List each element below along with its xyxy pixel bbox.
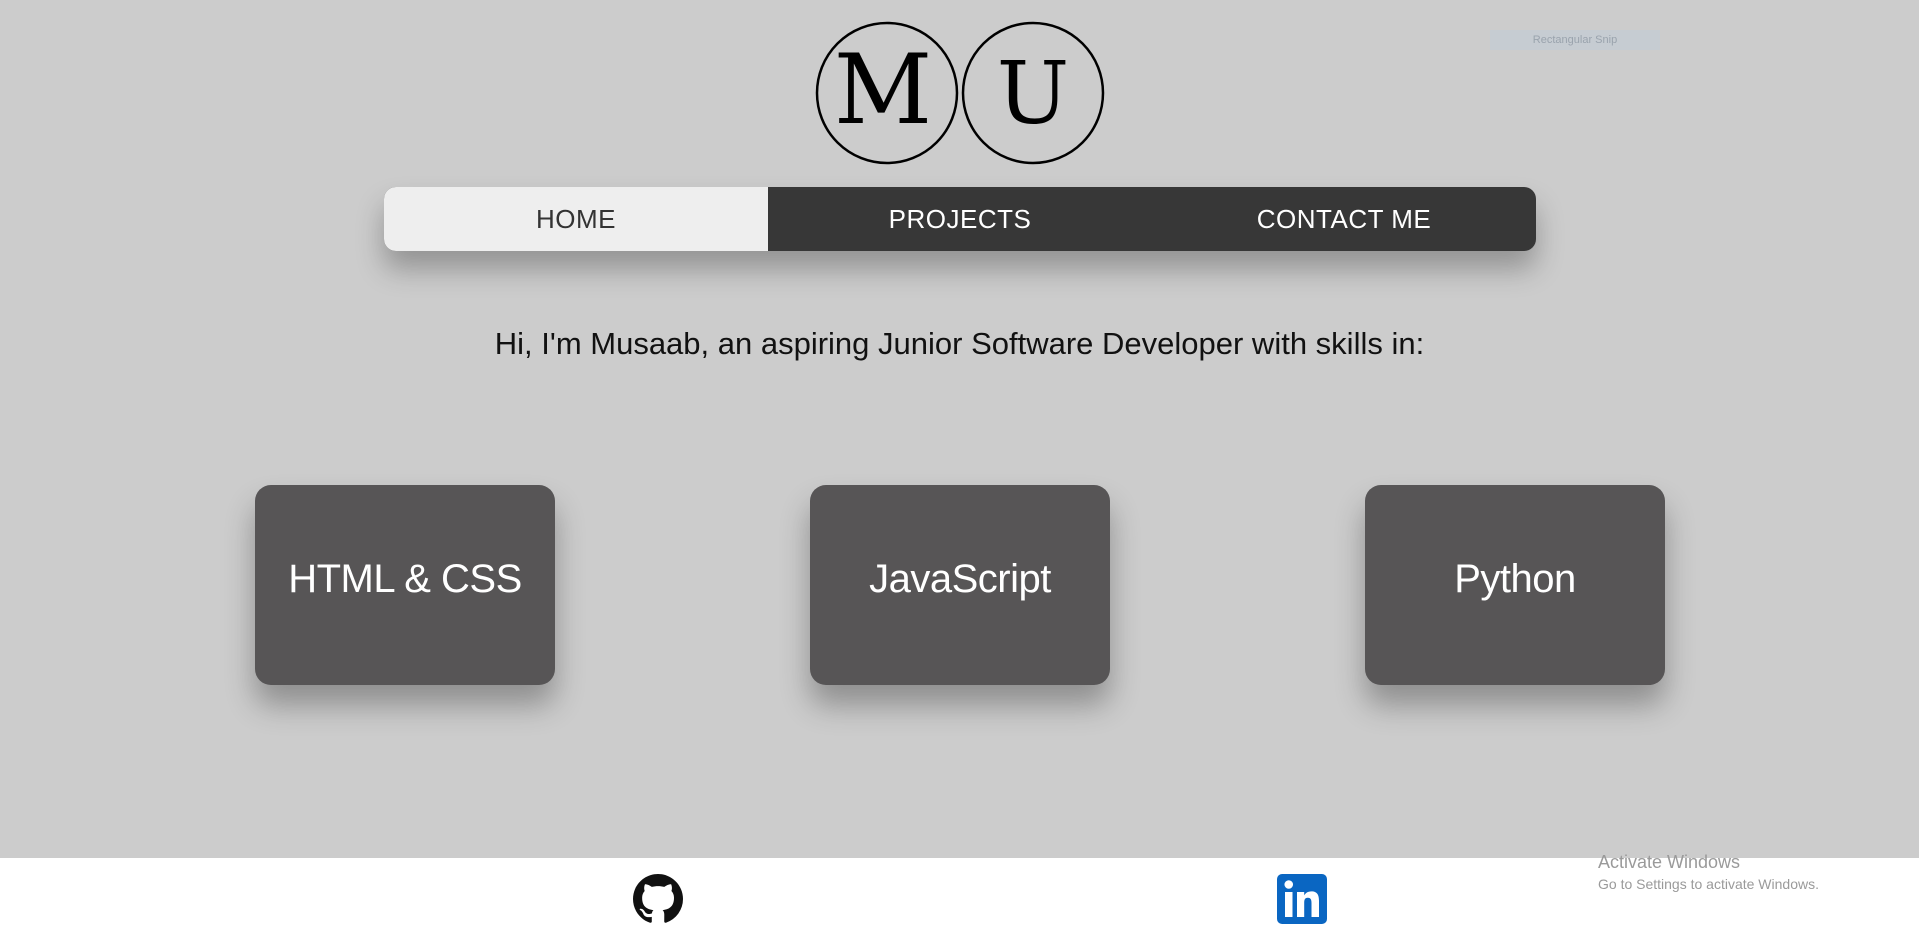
activate-windows-watermark: Activate Windows Go to Settings to activ… [1598,852,1819,892]
github-link[interactable] [633,874,683,924]
linkedin-link[interactable] [1277,874,1327,924]
skill-card-html-css: HTML & CSS [255,485,555,685]
github-icon [633,874,683,923]
skill-card-python: Python [1365,485,1665,685]
intro-text: Hi, I'm Musaab, an aspiring Junior Softw… [494,326,1425,361]
linkedin-icon [1277,874,1327,924]
rectangular-snip-overlay: Rectangular Snip [1490,30,1660,50]
mu-logo: M U [815,21,1105,165]
skill-card-javascript: JavaScript [810,485,1110,685]
logo-letter-u: U [997,44,1069,144]
watermark-subtitle: Go to Settings to activate Windows. [1598,876,1819,892]
nav-contact-me[interactable]: CONTACT ME [1152,187,1536,251]
main-navigation: HOME PROJECTS CONTACT ME [384,187,1536,251]
nav-home[interactable]: HOME [384,187,768,251]
nav-projects[interactable]: PROJECTS [768,187,1152,251]
watermark-title: Activate Windows [1598,852,1741,872]
main-area: M U Rectangular Snip HOME PROJECTS CONTA… [0,0,1919,858]
logo-letter-m: M [834,34,932,146]
